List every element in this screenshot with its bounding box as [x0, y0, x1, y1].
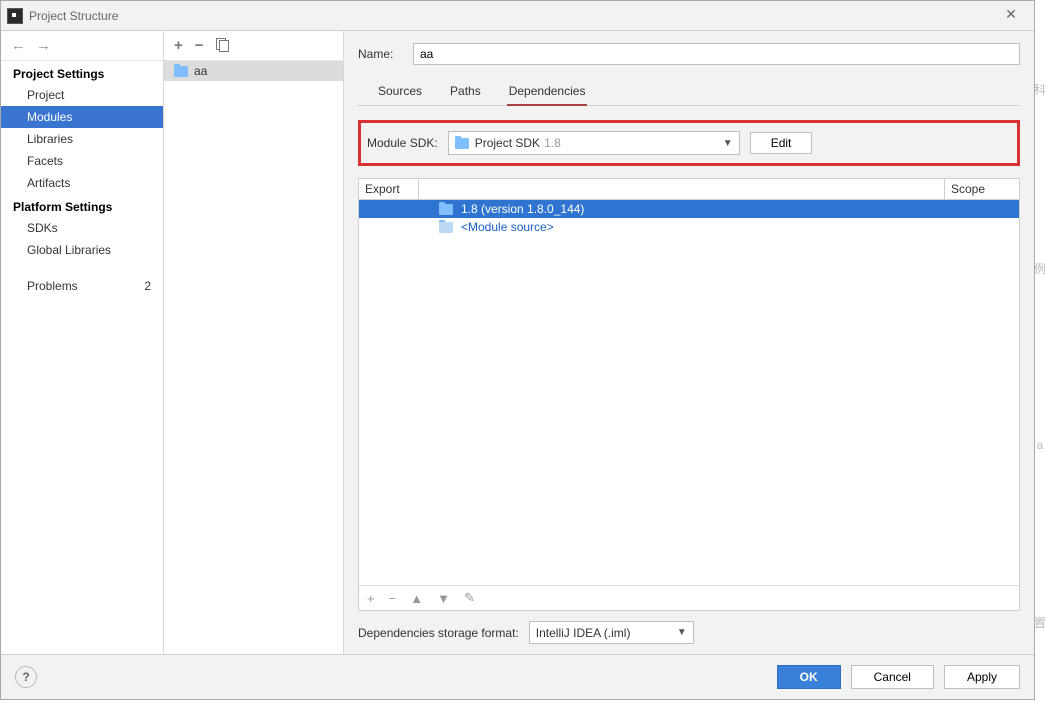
back-arrow-icon[interactable]: ←: [11, 37, 26, 54]
module-sdk-label: Module SDK:: [367, 136, 438, 150]
dep-row[interactable]: 1.8 (version 1.8.0_144): [359, 200, 1019, 218]
dep-label: 1.8 (version 1.8.0_144): [461, 202, 584, 216]
sidebar-item-label: Libraries: [27, 132, 73, 146]
folder-icon: [174, 66, 188, 77]
col-export[interactable]: Export: [359, 179, 419, 199]
window-title: Project Structure: [29, 9, 118, 23]
dep-row[interactable]: <Module source>: [359, 218, 1019, 236]
nav-history: ← →: [1, 31, 163, 61]
sidebar-item-label: Facets: [27, 154, 63, 168]
chevron-down-icon: ▼: [677, 627, 687, 638]
module-name-input[interactable]: [413, 43, 1020, 65]
module-list-item[interactable]: aa: [164, 61, 343, 81]
dependencies-table: Export Scope 1.8 (version 1.8.0_144): [358, 178, 1020, 611]
sidebar-item-artifacts[interactable]: Artifacts: [1, 172, 163, 194]
sidebar-item-label: Problems: [27, 279, 78, 293]
col-scope[interactable]: Scope: [944, 179, 1019, 199]
left-sidebar: ← → Project Settings Project Modules Lib…: [1, 31, 164, 654]
sidebar-item-facets[interactable]: Facets: [1, 150, 163, 172]
storage-format-select[interactable]: IntelliJ IDEA (.iml) ▼: [529, 621, 694, 644]
edit-sdk-button[interactable]: Edit: [750, 132, 813, 154]
name-row: Name:: [358, 43, 1020, 65]
dep-body: 1.8 (version 1.8.0_144) <Module source>: [359, 200, 1019, 585]
dialog-footer: ? OK Cancel Apply: [1, 654, 1034, 699]
module-name: aa: [194, 64, 207, 78]
dep-toolbar: + − ▲ ▼ ✎: [359, 585, 1019, 610]
module-list-panel: + − aa: [164, 31, 344, 654]
sidebar-item-label: SDKs: [27, 221, 58, 235]
module-detail-panel: Name: Sources Paths Dependencies Module …: [344, 31, 1034, 654]
sidebar-item-modules[interactable]: Modules: [1, 106, 163, 128]
chevron-down-icon: ▼: [723, 138, 733, 149]
close-icon[interactable]: ✕: [996, 6, 1026, 26]
sdk-text: Project SDK: [475, 136, 540, 150]
add-icon[interactable]: +: [367, 591, 375, 606]
forward-arrow-icon[interactable]: →: [36, 37, 51, 54]
storage-label: Dependencies storage format:: [358, 626, 519, 640]
dialog-body: ← → Project Settings Project Modules Lib…: [1, 31, 1034, 654]
edit-icon[interactable]: ✎: [464, 590, 475, 606]
sdk-version: 1.8: [544, 136, 561, 150]
storage-value: IntelliJ IDEA (.iml): [536, 626, 631, 640]
storage-row: Dependencies storage format: IntelliJ ID…: [358, 621, 1020, 644]
tab-dependencies[interactable]: Dependencies: [507, 81, 588, 106]
sidebar-item-label: Artifacts: [27, 176, 70, 190]
module-toolbar: + −: [164, 31, 343, 61]
remove-icon[interactable]: −: [389, 591, 397, 606]
sidebar-item-libraries[interactable]: Libraries: [1, 128, 163, 150]
sidebar-item-problems[interactable]: Problems 2: [1, 275, 163, 297]
dep-header: Export Scope: [359, 179, 1019, 200]
section-platform-settings: Platform Settings: [1, 194, 163, 217]
add-icon[interactable]: +: [174, 37, 183, 54]
copy-icon[interactable]: [216, 37, 228, 54]
sidebar-item-label: Project: [27, 88, 64, 102]
dep-label: <Module source>: [461, 220, 554, 234]
module-sdk-select[interactable]: Project SDK 1.8 ▼: [448, 131, 740, 155]
titlebar: Project Structure ✕: [1, 1, 1034, 31]
folder-icon: [455, 138, 469, 149]
module-tabs: Sources Paths Dependencies: [358, 81, 1020, 106]
tab-sources[interactable]: Sources: [376, 81, 424, 105]
name-label: Name:: [358, 47, 403, 61]
sidebar-item-global-libraries[interactable]: Global Libraries: [1, 239, 163, 261]
sidebar-item-sdks[interactable]: SDKs: [1, 217, 163, 239]
remove-icon[interactable]: −: [195, 37, 204, 54]
col-main: [419, 179, 944, 199]
help-icon[interactable]: ?: [15, 666, 37, 688]
apply-button[interactable]: Apply: [944, 665, 1020, 689]
sidebar-item-label: Global Libraries: [27, 243, 111, 257]
project-structure-dialog: Project Structure ✕ ← → Project Settings…: [0, 0, 1035, 700]
app-icon: [7, 8, 23, 24]
sidebar-item-project[interactable]: Project: [1, 84, 163, 106]
module-sdk-row: Module SDK: Project SDK 1.8 ▼ Edit: [358, 120, 1020, 166]
section-project-settings: Project Settings: [1, 61, 163, 84]
ok-button[interactable]: OK: [777, 665, 841, 689]
move-up-icon[interactable]: ▲: [410, 591, 423, 606]
folder-icon: [439, 204, 453, 215]
sidebar-item-label: Modules: [27, 110, 72, 124]
tab-paths[interactable]: Paths: [448, 81, 483, 105]
cancel-button[interactable]: Cancel: [851, 665, 934, 689]
folder-icon: [439, 222, 453, 233]
problems-badge: 2: [144, 279, 151, 293]
obscured-side-strip: 科例a置: [1035, 0, 1045, 712]
move-down-icon[interactable]: ▼: [437, 591, 450, 606]
